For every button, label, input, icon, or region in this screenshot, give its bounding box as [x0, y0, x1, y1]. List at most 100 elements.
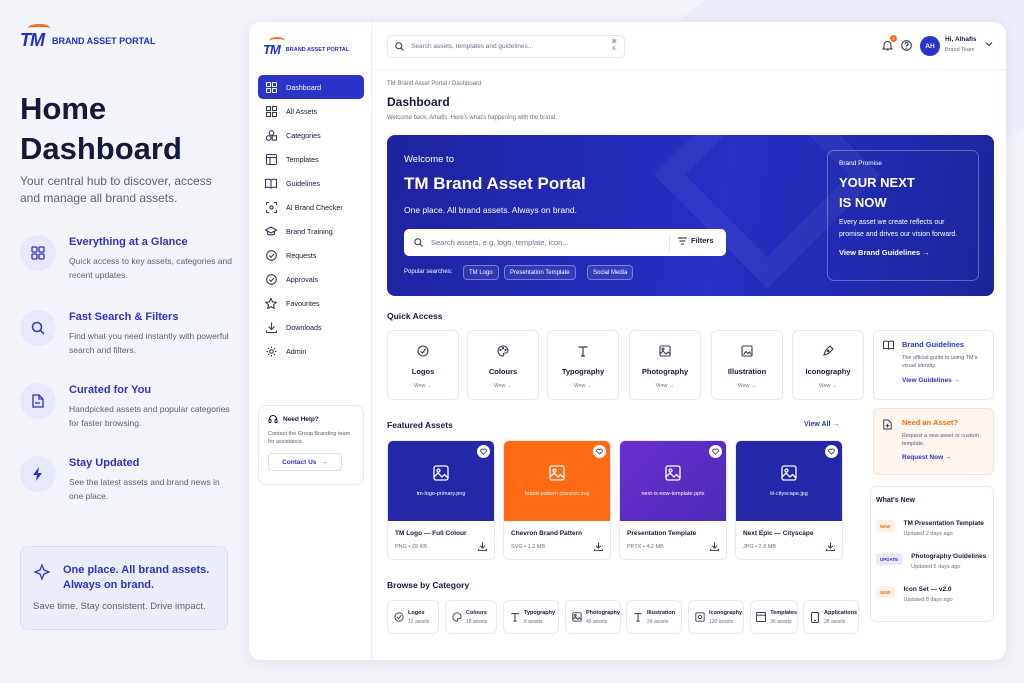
download-icon[interactable] — [478, 542, 487, 551]
category-logos[interactable]: Logos 12 assets — [387, 600, 439, 634]
sidebar-item-label: Brand Training — [286, 226, 333, 236]
need-asset-text: Request a new asset or custom template. — [902, 433, 980, 447]
sidebar-item-label: Requests — [286, 250, 317, 260]
feature-text: Handpicked assets and popular categories… — [69, 404, 230, 428]
quick-access-iconography[interactable]: Iconography View → — [792, 330, 864, 400]
heart-icon[interactable] — [825, 445, 838, 458]
contact-us-button[interactable]: Contact Us → — [268, 453, 342, 471]
sidebar-item-requests[interactable]: Requests — [258, 243, 364, 267]
brand-guidelines-card[interactable]: Brand Guidelines The official guide to u… — [873, 330, 994, 400]
app-window: TM BRAND ASSET PORTAL Dashboard All Asse… — [249, 22, 1006, 660]
quick-access-label: Logos — [411, 367, 435, 376]
help-icon[interactable] — [900, 39, 912, 51]
featured-asset-card[interactable]: next-is-now-template.pptx Presentation T… — [619, 440, 727, 560]
feature-title: Fast Search & Filters — [69, 311, 179, 323]
category-templates[interactable]: Templates 36 assets — [750, 600, 798, 634]
category-count: 28 assets — [824, 618, 846, 625]
sidebar-item-categories[interactable]: Categories — [258, 123, 364, 147]
sidebar-item-guidelines[interactable]: Guidelines — [258, 171, 364, 195]
request-now-link[interactable]: Request Now → — [902, 454, 985, 461]
whats-new-item-date: Updated 8 days ago — [903, 597, 953, 603]
check-circle-icon — [265, 249, 277, 261]
featured-asset-card[interactable]: kl-cityscape.jpg Next Epic — Cityscape J… — [735, 440, 843, 560]
sidebar-brand[interactable]: TM BRAND ASSET PORTAL — [263, 37, 350, 57]
quick-access-label: Photography — [641, 367, 689, 376]
popular-search-chip[interactable]: Social Media — [587, 265, 634, 280]
heart-icon[interactable] — [477, 445, 490, 458]
sidebar-item-brand-training[interactable]: Brand Training — [258, 219, 364, 243]
category-colours[interactable]: Colours 18 assets — [445, 600, 497, 634]
category-applications[interactable]: Applications 28 assets — [803, 600, 859, 634]
search-icon — [414, 238, 423, 247]
sidebar-item-admin[interactable]: Admin — [258, 339, 364, 363]
popular-search-chip[interactable]: Presentation Template — [504, 265, 576, 280]
download-icon[interactable] — [826, 542, 835, 551]
quick-access-view-link[interactable]: View → — [548, 383, 618, 389]
view-all-link[interactable]: View All → — [804, 421, 839, 428]
brand-promise-text: Every asset we create reflects our promi… — [839, 219, 958, 238]
view-brand-guidelines-link[interactable]: View Brand Guidelines → — [839, 248, 967, 257]
category-photography[interactable]: Photography 45 assets — [565, 600, 621, 634]
whats-new-item[interactable]: NEW TM Presentation Template Updated 2 da… — [876, 520, 984, 537]
whats-new-item[interactable]: NEW Icon Set — v2.0 Updated 8 days ago — [876, 586, 953, 603]
filter-icon — [678, 236, 687, 245]
feature-text: Find what you need instantly with powerf… — [69, 331, 229, 355]
quick-access-illustration[interactable]: Illustration View → — [711, 330, 783, 400]
avatar[interactable]: AH — [920, 36, 940, 56]
featured-asset-card[interactable]: tm-logo-primary.png TM Logo — Full Colou… — [387, 440, 495, 560]
whats-new-item[interactable]: UPDATE Photography Guidelines Updated 5 d… — [876, 553, 986, 570]
download-icon[interactable] — [710, 542, 719, 551]
category-count: 120 assets — [709, 618, 734, 625]
illustration-icon — [740, 344, 754, 358]
popular-search-chip[interactable]: TM Logo — [463, 265, 499, 280]
tm-logo: TM — [20, 24, 50, 51]
sidebar-item-all-assets[interactable]: All Assets — [258, 99, 364, 123]
sidebar-item-approvals[interactable]: Approvals — [258, 267, 364, 291]
heart-icon[interactable] — [593, 445, 606, 458]
category-illustration[interactable]: Illustration 24 assets — [626, 600, 682, 634]
image-icon — [665, 465, 681, 481]
whats-new-card: What's New NEW TM Presentation Template U… — [870, 486, 994, 622]
category-count: 18 assets — [466, 618, 488, 625]
hero-banner: Welcome to TM Brand Asset Portal One pla… — [387, 135, 994, 296]
quick-access-view-link[interactable]: View → — [793, 383, 863, 389]
category-label: Photography — [586, 609, 620, 616]
need-asset-card[interactable]: Need an Asset? Request a new asset or cu… — [873, 408, 994, 475]
hero-search-input[interactable]: Search assets, e.g. logo, template, icon… — [404, 229, 726, 256]
quick-access-photography[interactable]: Photography View → — [629, 330, 701, 400]
global-search-input[interactable]: Search assets, templates and guidelines.… — [387, 35, 625, 58]
brand-name: BRAND ASSET PORTAL — [285, 46, 350, 53]
bell-icon[interactable]: 1 — [881, 35, 897, 51]
quick-access-label: Colours — [488, 367, 518, 376]
grid-icon — [265, 81, 277, 93]
quick-access-view-link[interactable]: View → — [630, 383, 700, 389]
feature-title: Everything at a Glance — [69, 236, 188, 248]
quick-access-view-link[interactable]: View → — [388, 383, 458, 389]
sidebar-item-templates[interactable]: Templates — [258, 147, 364, 171]
breadcrumb[interactable]: TM Brand Asset Portal / Dashboard — [387, 81, 481, 87]
chevron-down-icon[interactable] — [985, 41, 993, 47]
popular-searches-label: Popular searches: — [404, 269, 453, 275]
heart-icon[interactable] — [709, 445, 722, 458]
sidebar-item-downloads[interactable]: Downloads — [258, 315, 364, 339]
sidebar-item-dashboard[interactable]: Dashboard — [258, 75, 364, 99]
category-iconography[interactable]: Iconography 120 assets — [688, 600, 744, 634]
quick-access-view-link[interactable]: View → — [712, 383, 782, 389]
category-typography[interactable]: Typography 8 assets — [503, 600, 559, 634]
quick-access-view-link[interactable]: View → — [468, 383, 538, 389]
quick-access-colours[interactable]: Colours View → — [467, 330, 539, 400]
check-circle-icon — [265, 273, 277, 285]
sidebar-item-favourites[interactable]: Favourites — [258, 291, 364, 315]
promo-card: One place. All brand assets. Always on b… — [20, 546, 228, 630]
sidebar-item-ai-brand-checker[interactable]: AI Brand Checker — [258, 195, 364, 219]
quick-access-label: Illustration — [727, 367, 767, 376]
quick-access-typography[interactable]: Typography View → — [547, 330, 619, 400]
feature-title: Stay Updated — [69, 457, 140, 469]
download-icon[interactable] — [594, 542, 603, 551]
view-guidelines-link[interactable]: View Guidelines → — [902, 377, 985, 384]
sidebar: TM BRAND ASSET PORTAL Dashboard All Asse… — [249, 22, 372, 660]
featured-asset-card[interactable]: brand-pattern-chevron.svg Chevron Brand … — [503, 440, 611, 560]
book-icon — [265, 177, 277, 189]
filters-button[interactable]: Filters — [678, 236, 714, 245]
quick-access-logos[interactable]: Logos View → — [387, 330, 459, 400]
